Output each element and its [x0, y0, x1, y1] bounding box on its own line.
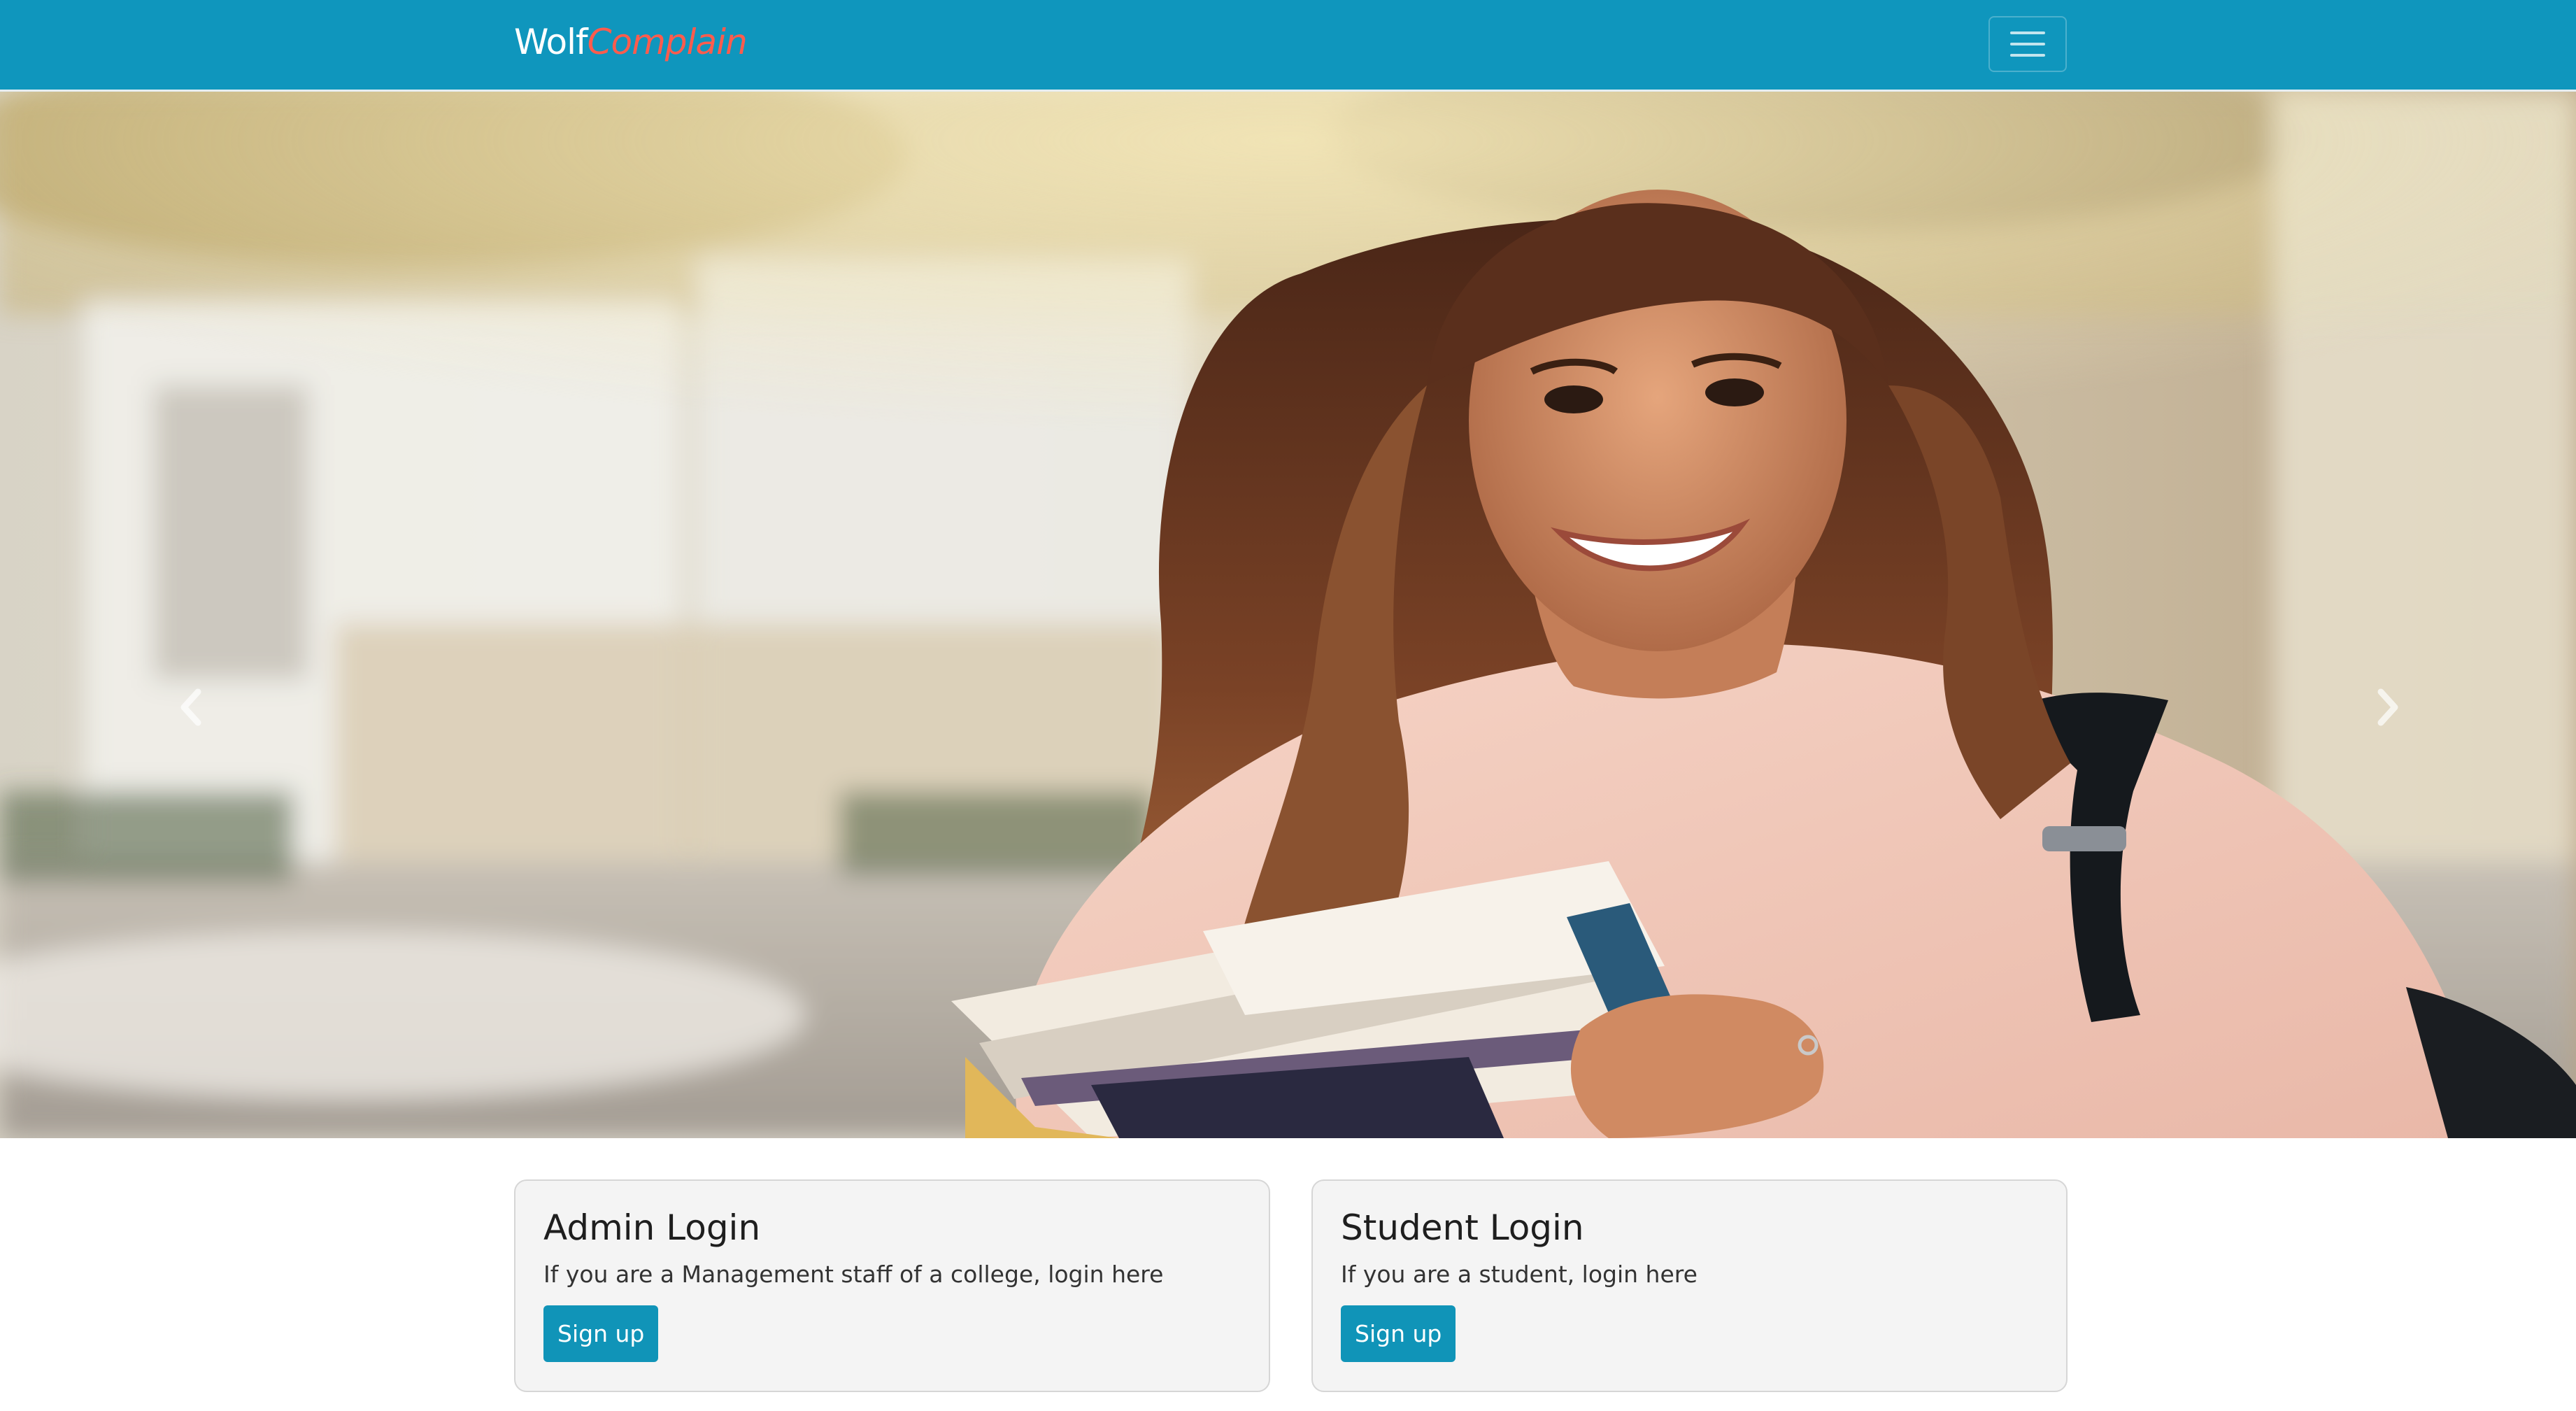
hamburger-menu-icon: [2010, 31, 2045, 57]
chevron-left-icon: [180, 688, 201, 726]
hero-carousel: [0, 92, 2576, 1138]
carousel-next-button[interactable]: [2367, 679, 2409, 735]
brand-name-complain: Complain: [587, 22, 748, 62]
chevron-right-icon: [2377, 688, 2398, 726]
admin-login-card: Admin Login If you are a Management staf…: [514, 1179, 1270, 1392]
carousel-prev-button[interactable]: [170, 679, 212, 735]
navbar-toggle-button[interactable]: [1988, 16, 2067, 72]
brand-name-wolf: Wolf: [514, 22, 588, 62]
student-login-title: Student Login: [1341, 1207, 1584, 1248]
carousel-slide-image: [0, 92, 2576, 1138]
student-login-description: If you are a student, login here: [1341, 1261, 1698, 1288]
admin-login-description: If you are a Management staff of a colle…: [543, 1261, 1164, 1288]
student-signup-button[interactable]: Sign up: [1341, 1305, 1456, 1362]
top-navbar: Wolf Complain: [0, 0, 2576, 92]
admin-login-title: Admin Login: [543, 1207, 761, 1248]
admin-signup-button[interactable]: Sign up: [543, 1305, 659, 1362]
student-login-card: Student Login If you are a student, logi…: [1311, 1179, 2068, 1392]
brand-logo[interactable]: Wolf Complain: [514, 17, 748, 66]
